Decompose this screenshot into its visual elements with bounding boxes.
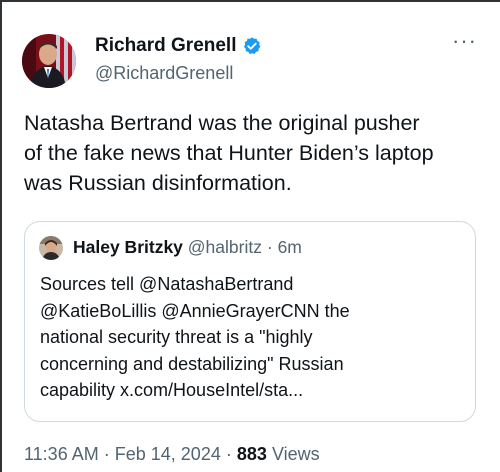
quoted-tweet[interactable]: Haley Britzky @halbritz · 6m Sources tel…	[24, 221, 476, 422]
views-label: Views	[271, 444, 320, 464]
tweet-text: Natasha Bertrand was the original pusher…	[24, 108, 492, 198]
quote-timestamp[interactable]: 6m	[278, 237, 302, 257]
quote-text-line: concerning and destabilizing" Russian	[40, 353, 344, 374]
author-avatar[interactable]	[22, 34, 76, 88]
tweet-time[interactable]: 11:36 AM	[24, 444, 99, 464]
quote-text: Sources tell @NatashaBertrand @KatieBoLi…	[40, 271, 470, 404]
quote-author-name[interactable]: Haley Britzky	[73, 237, 183, 257]
quote-author-handle[interactable]: @halbritz	[188, 237, 262, 257]
author-handle[interactable]: @RichardGrenell	[95, 63, 233, 84]
views-count: 883	[236, 444, 267, 464]
tweet-text-line: was Russian disinformation.	[24, 171, 292, 195]
tweet-text-line: Natasha Bertrand was the original pusher	[24, 111, 420, 135]
quote-header: Haley Britzky @halbritz · 6m	[73, 237, 302, 258]
tweet-date[interactable]: Feb 14, 2024	[115, 444, 221, 464]
quote-text-line: @KatieBoLillis @AnnieGrayerCNN the	[40, 300, 350, 321]
quote-separator: ·	[266, 237, 273, 257]
meta-separator: ·	[103, 444, 110, 464]
tweet-metadata: 11:36 AM · Feb 14, 2024 · 883 Views	[24, 444, 320, 465]
quote-text-line: national security threat is a "highly	[40, 327, 313, 347]
verified-badge-icon[interactable]	[242, 36, 262, 56]
author-name-text[interactable]: Richard Grenell	[95, 35, 237, 57]
more-options-icon[interactable]: ···	[452, 30, 477, 52]
quote-text-line: capability x.com/HouseIntel/sta...	[40, 380, 304, 400]
author-name[interactable]: Richard Grenell	[95, 35, 262, 57]
quote-text-line: Sources tell @NatashaBertrand	[40, 274, 294, 294]
tweet-card: Richard Grenell @RichardGrenell ··· Nata…	[0, 0, 500, 472]
tweet-text-line: of the fake news that Hunter Biden’s lap…	[24, 141, 434, 165]
meta-separator: ·	[225, 444, 232, 464]
quote-author-avatar[interactable]	[39, 236, 63, 260]
